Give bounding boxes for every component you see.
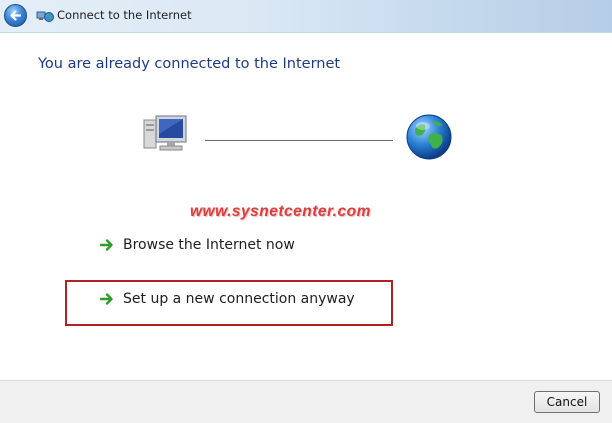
browse-internet-link[interactable]: Browse the Internet now bbox=[100, 234, 295, 256]
computer-icon bbox=[143, 115, 187, 151]
window-title: Connect to the Internet bbox=[57, 8, 192, 22]
globe-icon bbox=[406, 114, 452, 160]
green-arrow-icon bbox=[100, 239, 113, 251]
back-arrow-icon bbox=[10, 10, 22, 21]
browse-internet-label: Browse the Internet now bbox=[123, 237, 295, 253]
status-heading: You are already connected to the Interne… bbox=[38, 56, 341, 72]
watermark-text: www.sysnetcenter.com bbox=[190, 203, 371, 220]
cancel-button[interactable]: Cancel bbox=[534, 391, 600, 413]
green-arrow-icon bbox=[100, 293, 113, 305]
connection-line bbox=[205, 140, 393, 141]
network-globe-icon bbox=[36, 11, 54, 22]
back-button[interactable] bbox=[4, 4, 27, 27]
new-connection-label: Set up a new connection anyway bbox=[123, 291, 355, 307]
new-connection-link[interactable]: Set up a new connection anyway bbox=[100, 288, 355, 310]
dialog-footer: Cancel bbox=[0, 380, 612, 423]
title-bar: Connect to the Internet bbox=[0, 0, 612, 33]
